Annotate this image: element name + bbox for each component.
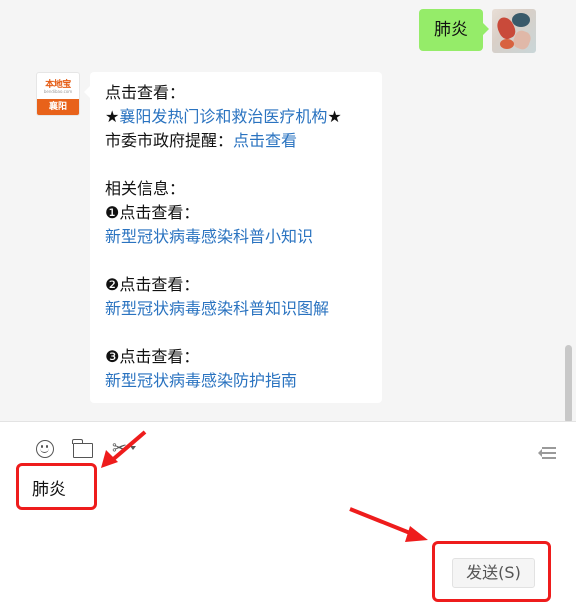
reply-link[interactable]: 襄阳发热门诊和救治医疗机构	[119, 107, 327, 126]
reply-line: ❶点击查看：	[105, 201, 382, 225]
reply-link[interactable]: 点击查看	[233, 131, 297, 150]
reply-line: 新型冠状病毒感染科普小知识	[105, 225, 382, 249]
reply-text: ★	[327, 107, 342, 126]
reply-text: ★	[105, 107, 120, 126]
reply-line: 相关信息：	[105, 177, 382, 201]
reply-line: 新型冠状病毒感染防护指南	[105, 369, 382, 393]
avatar-city-label: 襄阳	[37, 99, 79, 115]
reply-line: 点击查看：	[105, 81, 382, 105]
reply-text: ❷点击查看：	[105, 275, 200, 294]
chat-scrollbar[interactable]	[565, 345, 572, 421]
avatar-logo-sub: bendibao.com	[43, 89, 73, 94]
smile-icon[interactable]	[36, 440, 54, 458]
chat-history: 肺炎 本地宝 bendibao.com 襄阳 点击查看： ★襄阳发热门诊和救治医疗…	[0, 0, 576, 421]
reply-text: 点击查看：	[105, 83, 186, 102]
reply-line: ★襄阳发热门诊和救治医疗机构★	[105, 105, 382, 129]
reply-link[interactable]: 新型冠状病毒感染科普知识图解	[105, 299, 329, 318]
reply-text: ❶点击查看：	[105, 203, 200, 222]
reply-line: ❷点击查看：	[105, 273, 382, 297]
official-account-avatar[interactable]: 本地宝 bendibao.com 襄阳	[36, 72, 80, 116]
reply-link[interactable]: 新型冠状病毒感染防护指南	[105, 371, 297, 390]
reply-line: ❸点击查看：	[105, 345, 382, 369]
sent-message-bubble: 肺炎	[419, 9, 489, 51]
reply-message-bubble: 点击查看： ★襄阳发热门诊和救治医疗机构★ 市委市政府提醒：点击查看 相关信息： ❶点击…	[84, 72, 382, 403]
folder-icon[interactable]	[72, 439, 93, 458]
reply-text: 相关信息：	[105, 179, 186, 198]
reply-link[interactable]: 新型冠状病毒感染科普小知识	[105, 227, 313, 246]
reply-line: 市委市政府提醒：点击查看	[105, 129, 382, 153]
highlight-box-send	[432, 541, 551, 602]
my-avatar[interactable]	[492, 9, 536, 53]
chevron-down-icon[interactable]	[130, 446, 136, 450]
chat-history-icon[interactable]	[538, 447, 556, 459]
highlight-box-input	[16, 463, 97, 510]
reply-text: 市委市政府提醒：	[105, 131, 234, 150]
reply-line: 新型冠状病毒感染科普知识图解	[105, 297, 382, 321]
reply-text: ❸点击查看：	[105, 347, 200, 366]
